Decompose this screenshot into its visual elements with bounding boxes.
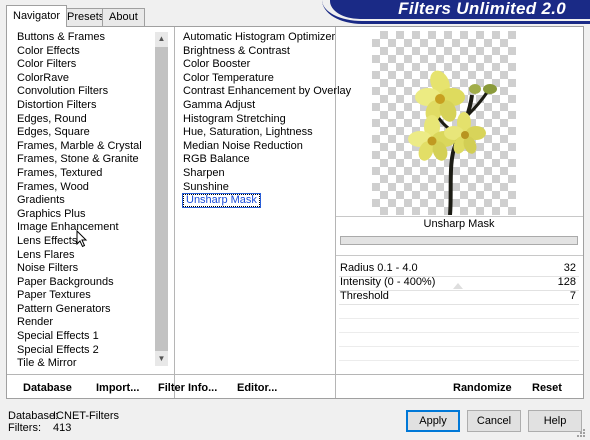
divider [336,216,583,217]
banner-swoosh [322,0,590,24]
filter-title: Unsharp Mask [423,218,495,230]
selected-filter-label[interactable]: Unsharp Mask [182,193,261,209]
category-item[interactable]: Special Effects 2 [17,344,142,358]
divider [339,346,579,347]
scroll-thumb[interactable] [155,47,168,351]
category-item[interactable]: Frames, Marble & Crystal [17,140,142,154]
arrow-cursor-icon [76,230,88,248]
filter-item[interactable]: Hue, Saturation, Lightness [183,126,351,140]
editor-button[interactable]: Editor... [237,380,277,396]
divider [339,360,579,361]
param-threshold[interactable]: Threshold 7 [340,289,578,303]
resize-grip-icon[interactable] [574,426,586,438]
category-item[interactable]: Distortion Filters [17,99,142,113]
apply-button[interactable]: Apply [406,410,460,432]
preview-area[interactable] [372,31,516,216]
filters-label: Filters: [8,422,41,434]
category-item[interactable]: Color Filters [17,58,142,72]
cancel-button[interactable]: Cancel [467,410,521,432]
divider [339,304,579,305]
filter-list[interactable]: Automatic Histogram Optimizer Brightness… [182,31,351,209]
category-item[interactable]: Noise Filters [17,262,142,276]
category-list[interactable]: Buttons & Frames Color Effects Color Fil… [17,31,142,371]
category-item[interactable]: Frames, Textured [17,167,142,181]
filter-item[interactable]: Contrast Enhancement by Overlay [183,85,351,99]
database-value: ICNET-Filters [53,410,119,422]
filter-item[interactable]: Automatic Histogram Optimizer [183,31,351,45]
randomize-button[interactable]: Randomize [453,380,512,396]
filter-info-button[interactable]: Filter Info... [158,380,217,396]
filter-item[interactable]: Median Noise Reduction [183,140,351,154]
filter-item[interactable]: Gamma Adjust [183,99,351,113]
reset-button[interactable]: Reset [532,380,562,396]
param-value[interactable]: 32 [564,261,576,275]
category-item[interactable]: Lens Flares [17,249,142,263]
category-item[interactable]: Special Effects 1 [17,330,142,344]
filter-item[interactable]: Histogram Stretching [183,113,351,127]
category-item[interactable]: Edges, Square [17,126,142,140]
param-value[interactable]: 7 [570,289,576,303]
orchid-preview-image [408,70,497,216]
progress-bar [340,236,578,245]
category-scrollbar[interactable]: ▲ ▼ [155,32,168,366]
param-label: Radius 0.1 - 4.0 [340,262,418,274]
divider [339,318,579,319]
category-item[interactable]: Graphics Plus [17,208,142,222]
divider [174,27,175,398]
filter-item[interactable]: Color Temperature [183,72,351,86]
category-item[interactable]: Frames, Wood [17,181,142,195]
database-label: Database: [8,410,59,422]
flower [415,70,465,122]
category-item[interactable]: Paper Textures [17,289,142,303]
divider [336,255,583,256]
filter-item[interactable]: Sunshine [183,181,351,195]
category-item[interactable]: Gradients [17,194,142,208]
category-item[interactable]: Frames, Stone & Granite [17,153,142,167]
param-radius[interactable]: Radius 0.1 - 4.0 32 [340,261,578,275]
category-item[interactable]: Render [17,316,142,330]
category-item[interactable]: ColorRave [17,72,142,86]
divider [7,374,583,375]
param-label: Intensity (0 - 400%) [340,276,436,288]
tab-about[interactable]: About [102,8,145,26]
scroll-up-icon[interactable]: ▲ [155,32,168,46]
filter-item[interactable]: Color Booster [183,58,351,72]
category-item[interactable]: Convolution Filters [17,85,142,99]
param-value[interactable]: 128 [558,275,576,289]
import-button[interactable]: Import... [96,380,139,396]
category-item[interactable]: Edges, Round [17,113,142,127]
category-item[interactable]: Pattern Generators [17,303,142,317]
category-item[interactable]: Tile & Mirror [17,357,142,371]
divider [339,332,579,333]
category-item[interactable]: Buttons & Frames [17,31,142,45]
category-item[interactable]: Color Effects [17,45,142,59]
scroll-down-icon[interactable]: ▼ [155,352,168,366]
filters-value: 413 [53,422,72,434]
filter-item-selected[interactable]: Unsharp Mask [182,193,351,209]
filter-item[interactable]: RGB Balance [183,153,351,167]
category-item[interactable]: Paper Backgrounds [17,276,142,290]
database-button[interactable]: Database [23,380,72,396]
tab-navigator[interactable]: Navigator [6,5,68,27]
filter-item[interactable]: Sharpen [183,167,351,181]
filter-item[interactable]: Brightness & Contrast [183,45,351,59]
param-label: Threshold [340,290,389,302]
